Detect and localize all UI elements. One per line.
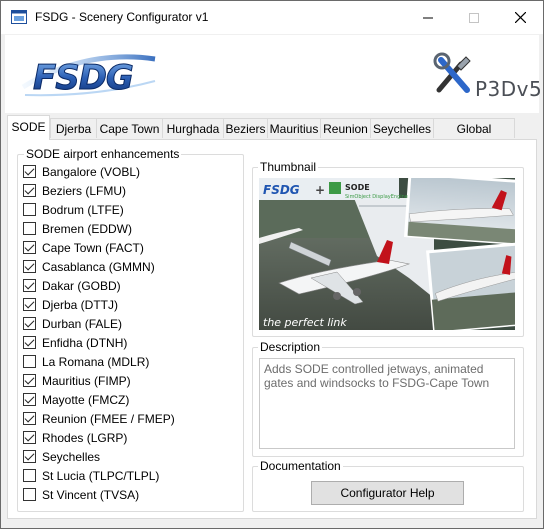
- checkbox[interactable]: [23, 355, 36, 368]
- airport-label: Cape Town (FACT): [42, 240, 144, 255]
- checkbox[interactable]: [23, 260, 36, 273]
- airport-label: Casablanca (GMMN): [42, 259, 155, 274]
- airport-label: Beziers (LFMU): [42, 183, 127, 198]
- airport-checkbox-row[interactable]: Beziers (LFMU): [23, 181, 126, 200]
- configurator-help-button[interactable]: Configurator Help: [311, 481, 464, 505]
- tab-cape-town[interactable]: Cape Town: [96, 118, 163, 138]
- checkbox[interactable]: [23, 374, 36, 387]
- svg-text:FSDG: FSDG: [263, 183, 300, 197]
- airport-label: Dakar (GOBD): [42, 278, 121, 293]
- thumbnail-image: FSDG + SODE SimObject DisplayEngine the …: [259, 178, 515, 330]
- airport-label: Djerba (DTTJ): [42, 297, 119, 312]
- close-button[interactable]: [497, 1, 543, 34]
- airport-checkbox-row[interactable]: St Vincent (TVSA): [23, 485, 139, 504]
- airport-checkbox-row[interactable]: Enfidha (DTNH): [23, 333, 127, 352]
- airport-checkbox-row[interactable]: Durban (FALE): [23, 314, 122, 333]
- airport-label: Reunion (FMEE / FMEP): [42, 411, 175, 426]
- airport-checkbox-row[interactable]: Mayotte (FMCZ): [23, 390, 129, 409]
- checkbox[interactable]: [23, 184, 36, 197]
- checkbox[interactable]: [23, 469, 36, 482]
- tab-seychelles[interactable]: Seychelles: [370, 118, 434, 138]
- checkbox[interactable]: [23, 241, 36, 254]
- airport-checkbox-row[interactable]: La Romana (MDLR): [23, 352, 149, 371]
- checkbox[interactable]: [23, 336, 36, 349]
- airport-label: Bodrum (LTFE): [42, 202, 124, 217]
- checkbox[interactable]: [23, 393, 36, 406]
- checkbox[interactable]: [23, 450, 36, 463]
- tab-djerba[interactable]: Djerba: [50, 118, 97, 138]
- minimize-button[interactable]: [405, 1, 451, 34]
- checkbox[interactable]: [23, 317, 36, 330]
- svg-text:FSDG: FSDG: [33, 58, 133, 98]
- checkbox[interactable]: [23, 298, 36, 311]
- sim-version-label: P3Dv5: [475, 77, 543, 101]
- close-icon: [514, 12, 526, 23]
- airport-label: La Romana (MDLR): [42, 354, 150, 369]
- tab-hurghada[interactable]: Hurghada: [162, 118, 224, 138]
- documentation-group-label: Documentation: [258, 459, 343, 473]
- header-banner: FSDG P3Dv5: [5, 35, 543, 113]
- airport-label: St Lucia (TLPC/TLPL): [42, 468, 160, 483]
- svg-text:SODE: SODE: [345, 183, 370, 192]
- airport-label: Rhodes (LGRP): [42, 430, 128, 445]
- airport-checkbox-row[interactable]: Seychelles: [23, 447, 100, 466]
- maximize-button[interactable]: [451, 1, 497, 34]
- tab-global-settings[interactable]: Global Settings: [433, 118, 515, 156]
- airport-checkbox-row[interactable]: Dakar (GOBD): [23, 276, 121, 295]
- airport-checkbox-row[interactable]: Cape Town (FACT): [23, 238, 144, 257]
- svg-text:SimObject DisplayEngine: SimObject DisplayEngine: [345, 194, 408, 200]
- checkbox[interactable]: [23, 431, 36, 444]
- airport-checkbox-row[interactable]: Bodrum (LTFE): [23, 200, 124, 219]
- maximize-icon: [469, 12, 479, 23]
- airport-label: Mauritius (FIMP): [42, 373, 131, 388]
- description-group-label: Description: [258, 340, 323, 354]
- checkbox[interactable]: [23, 203, 36, 216]
- airports-group-label: SODE airport enhancements: [24, 147, 182, 161]
- title-bar: FSDG - Scenery Configurator v1: [1, 1, 543, 34]
- svg-text:the perfect link: the perfect link: [263, 316, 347, 329]
- checkbox[interactable]: [23, 488, 36, 501]
- checkbox[interactable]: [23, 412, 36, 425]
- tools-icon: [433, 52, 471, 93]
- airport-checkbox-row[interactable]: Mauritius (FIMP): [23, 371, 131, 390]
- airport-label: Seychelles: [42, 449, 101, 464]
- airport-checkbox-row[interactable]: Bremen (EDDW): [23, 219, 132, 238]
- airport-label: Durban (FALE): [42, 316, 123, 331]
- airport-checkbox-row[interactable]: Bangalore (VOBL): [23, 162, 140, 181]
- window-title: FSDG - Scenery Configurator v1: [35, 10, 209, 24]
- airport-checkbox-row[interactable]: Djerba (DTTJ): [23, 295, 118, 314]
- tab-reunion[interactable]: Reunion: [320, 118, 371, 138]
- airport-checkbox-row[interactable]: Reunion (FMEE / FMEP): [23, 409, 175, 428]
- airport-label: St Vincent (TVSA): [42, 487, 140, 502]
- airport-checkbox-row[interactable]: St Lucia (TLPC/TLPL): [23, 466, 159, 485]
- minimize-icon: [423, 17, 433, 18]
- airport-label: Mayotte (FMCZ): [42, 392, 130, 407]
- tab-sode[interactable]: SODE: [7, 115, 50, 140]
- svg-text:+: +: [315, 183, 325, 197]
- checkbox[interactable]: [23, 222, 36, 235]
- airport-checkbox-row[interactable]: Rhodes (LGRP): [23, 428, 127, 447]
- airport-label: Enfidha (DTNH): [42, 335, 128, 350]
- description-text: Adds SODE controlled jetways, animated g…: [259, 358, 515, 449]
- airport-label: Bangalore (VOBL): [42, 164, 141, 179]
- checkbox[interactable]: [23, 165, 36, 178]
- app-window: FSDG - Scenery Configurator v1 FSDG P3Dv…: [0, 0, 544, 529]
- thumbnail-group-label: Thumbnail: [258, 160, 319, 174]
- app-icon: [11, 10, 27, 24]
- checkbox[interactable]: [23, 279, 36, 292]
- tab-mauritius[interactable]: Mauritius: [267, 118, 321, 138]
- airport-checkbox-row[interactable]: Casablanca (GMMN): [23, 257, 155, 276]
- tab-beziers[interactable]: Beziers: [223, 118, 268, 138]
- airport-label: Bremen (EDDW): [42, 221, 133, 236]
